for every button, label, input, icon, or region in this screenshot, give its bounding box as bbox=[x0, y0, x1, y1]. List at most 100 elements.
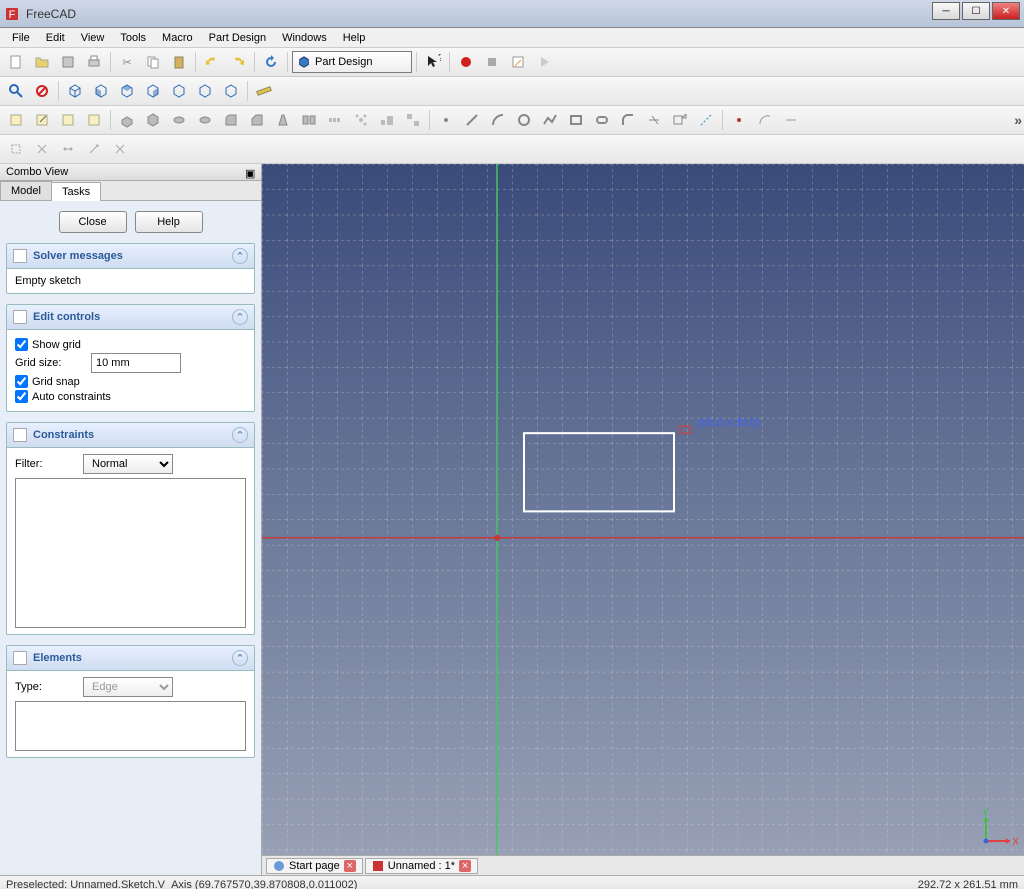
collapse-button[interactable]: ⌃ bbox=[232, 427, 248, 443]
close-tab-button[interactable]: × bbox=[459, 860, 471, 872]
view-sketch-button[interactable] bbox=[82, 108, 106, 132]
multitransform-button[interactable] bbox=[401, 108, 425, 132]
view-right-button[interactable] bbox=[141, 79, 165, 103]
new-button[interactable] bbox=[4, 50, 28, 74]
refresh-button[interactable] bbox=[259, 50, 283, 74]
view-front-button[interactable] bbox=[89, 79, 113, 103]
show-grid-checkbox[interactable] bbox=[15, 338, 28, 351]
groove-button[interactable] bbox=[193, 108, 217, 132]
cut-button[interactable]: ✂ bbox=[115, 50, 139, 74]
leave-sketch-button[interactable] bbox=[56, 108, 80, 132]
minimize-button[interactable]: ─ bbox=[932, 2, 960, 20]
sketch-slot-button[interactable] bbox=[590, 108, 614, 132]
revolution-button[interactable] bbox=[167, 108, 191, 132]
constraints-list[interactable] bbox=[15, 478, 246, 628]
view-left-button[interactable] bbox=[219, 79, 243, 103]
auto-constraints-checkbox[interactable] bbox=[15, 390, 28, 403]
tab-start-page[interactable]: Start page × bbox=[266, 858, 363, 874]
constraint-d-button[interactable] bbox=[82, 137, 106, 161]
toolbar-overflow-button[interactable]: » bbox=[1014, 112, 1022, 128]
close-button[interactable]: Close bbox=[59, 211, 127, 233]
copy-button[interactable] bbox=[141, 50, 165, 74]
collapse-button[interactable]: ⌃ bbox=[232, 650, 248, 666]
help-button[interactable]: Help bbox=[135, 211, 203, 233]
collapse-button[interactable]: ⌃ bbox=[232, 309, 248, 325]
constraint-e-button[interactable] bbox=[108, 137, 132, 161]
window-close-button[interactable]: ✕ bbox=[992, 2, 1020, 20]
menu-help[interactable]: Help bbox=[335, 30, 374, 46]
polar-pattern-button[interactable] bbox=[349, 108, 373, 132]
run-macro-button[interactable] bbox=[532, 50, 556, 74]
edit-sketch-button[interactable] bbox=[30, 108, 54, 132]
tab-document[interactable]: Unnamed : 1* × bbox=[365, 858, 478, 874]
menu-edit[interactable]: Edit bbox=[38, 30, 73, 46]
zoom-fit-button[interactable] bbox=[4, 79, 28, 103]
panel-undock-button[interactable]: ▣ bbox=[245, 167, 255, 177]
mirror-button[interactable] bbox=[297, 108, 321, 132]
sketch-point-button[interactable] bbox=[434, 108, 458, 132]
draft-button[interactable] bbox=[271, 108, 295, 132]
save-button[interactable] bbox=[56, 50, 80, 74]
menu-macro[interactable]: Macro bbox=[154, 30, 201, 46]
sketch-fillet-button[interactable] bbox=[616, 108, 640, 132]
constraint-c-button[interactable] bbox=[56, 137, 80, 161]
elements-list[interactable] bbox=[15, 701, 246, 751]
tab-tasks[interactable]: Tasks bbox=[51, 182, 101, 201]
sketch-circle-button[interactable] bbox=[512, 108, 536, 132]
constraint-point-button[interactable] bbox=[727, 108, 751, 132]
constraint-arc-button[interactable] bbox=[753, 108, 777, 132]
chamfer-button[interactable] bbox=[245, 108, 269, 132]
type-select[interactable]: Edge bbox=[83, 677, 173, 697]
trim-icon bbox=[646, 112, 662, 128]
window-titlebar: F FreeCAD ─ ☐ ✕ bbox=[0, 0, 1024, 28]
undo-button[interactable] bbox=[200, 50, 224, 74]
new-sketch-button[interactable] bbox=[4, 108, 28, 132]
paste-button[interactable] bbox=[167, 50, 191, 74]
sketch-icon bbox=[8, 112, 24, 128]
fillet-button[interactable] bbox=[219, 108, 243, 132]
stop-macro-button[interactable] bbox=[480, 50, 504, 74]
pad-button[interactable] bbox=[115, 108, 139, 132]
workbench-selector[interactable]: Part Design bbox=[292, 51, 412, 73]
maximize-button[interactable]: ☐ bbox=[962, 2, 990, 20]
view-bottom-button[interactable] bbox=[193, 79, 217, 103]
view-iso-button[interactable] bbox=[63, 79, 87, 103]
sketch-line-button[interactable] bbox=[460, 108, 484, 132]
menu-view[interactable]: View bbox=[73, 30, 113, 46]
grid-snap-checkbox[interactable] bbox=[15, 375, 28, 388]
close-tab-button[interactable]: × bbox=[344, 860, 356, 872]
redo-button[interactable] bbox=[226, 50, 250, 74]
sketch-polyline-button[interactable] bbox=[538, 108, 562, 132]
sketch-external-button[interactable] bbox=[668, 108, 692, 132]
sketch-trim-button[interactable] bbox=[642, 108, 666, 132]
sketch-construction-button[interactable] bbox=[694, 108, 718, 132]
menu-partdesign[interactable]: Part Design bbox=[201, 30, 274, 46]
menu-file[interactable]: File bbox=[4, 30, 38, 46]
sketch-arc-button[interactable] bbox=[486, 108, 510, 132]
3d-viewport[interactable]: (60.0 x 30.0) X Y Start page × Unnamed :… bbox=[262, 164, 1024, 875]
draft-icon bbox=[275, 112, 291, 128]
constraint-b-button[interactable] bbox=[30, 137, 54, 161]
view-top-button[interactable] bbox=[115, 79, 139, 103]
document-tabs: Start page × Unnamed : 1* × bbox=[262, 855, 1024, 875]
macros-button[interactable] bbox=[506, 50, 530, 74]
collapse-button[interactable]: ⌃ bbox=[232, 248, 248, 264]
linear-pattern-button[interactable] bbox=[323, 108, 347, 132]
menu-windows[interactable]: Windows bbox=[274, 30, 335, 46]
tab-model[interactable]: Model bbox=[0, 181, 52, 200]
sketch-rect-button[interactable] bbox=[564, 108, 588, 132]
pocket-button[interactable] bbox=[141, 108, 165, 132]
record-macro-button[interactable] bbox=[454, 50, 478, 74]
view-rear-button[interactable] bbox=[167, 79, 191, 103]
constraint-a-button[interactable] bbox=[4, 137, 28, 161]
measure-button[interactable] bbox=[252, 79, 276, 103]
filter-select[interactable]: Normal bbox=[83, 454, 173, 474]
print-button[interactable] bbox=[82, 50, 106, 74]
whatsthis-button[interactable]: ? bbox=[421, 50, 445, 74]
menu-tools[interactable]: Tools bbox=[112, 30, 154, 46]
open-button[interactable] bbox=[30, 50, 54, 74]
constraint-horiz-button[interactable] bbox=[779, 108, 803, 132]
grid-size-input[interactable] bbox=[91, 353, 181, 373]
scaled-button[interactable] bbox=[375, 108, 399, 132]
draw-style-button[interactable] bbox=[30, 79, 54, 103]
